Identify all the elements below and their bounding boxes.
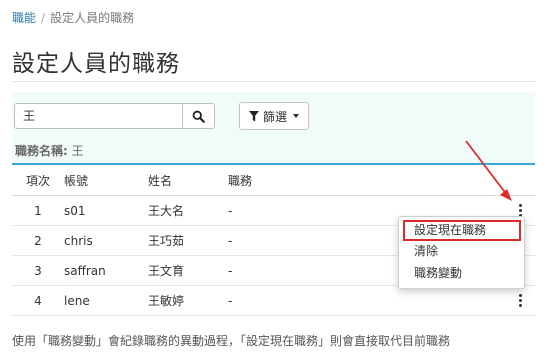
column-header-account: 帳號 [64, 166, 148, 196]
search-icon [192, 110, 205, 123]
chevron-down-icon [293, 114, 299, 118]
column-header-role: 職務 [228, 166, 505, 196]
column-header-no: 項次 [12, 166, 64, 196]
breadcrumb-link-root[interactable]: 職能 [12, 11, 36, 25]
row-actions-cell [505, 285, 535, 316]
breadcrumb-current: 設定人員的職務 [50, 11, 135, 25]
column-header-name: 姓名 [148, 166, 228, 196]
cell-name: 王巧茹 [148, 225, 228, 256]
filter-summary-value: 王 [71, 144, 84, 158]
filter-button-label: 篩選 [262, 109, 287, 124]
cell-no: 4 [12, 285, 64, 316]
table-row: 4 lene 王敏婷 - [12, 285, 535, 316]
search-button[interactable] [182, 103, 215, 129]
cell-no: 3 [12, 255, 64, 286]
menu-item-set-current-role[interactable]: 設定現在職務 [403, 220, 521, 241]
cell-account: lene [64, 285, 148, 316]
cell-no: 2 [12, 225, 64, 256]
cell-account: s01 [64, 195, 148, 226]
filter-button[interactable]: 篩選 [239, 102, 309, 130]
table-header-row: 項次 帳號 姓名 職務 [12, 166, 535, 196]
cell-no: 1 [12, 195, 64, 226]
breadcrumb-separator: / [41, 11, 46, 25]
filter-summary-key: 職務名稱: [15, 144, 68, 158]
column-header-actions [505, 166, 535, 196]
filter-panel: 王 篩選 職務名稱: 王 [12, 92, 535, 165]
cell-role: - [228, 285, 505, 316]
search-input[interactable]: 王 [14, 103, 182, 129]
more-vertical-icon[interactable] [513, 294, 527, 308]
menu-item-role-change[interactable]: 職務變動 [403, 264, 521, 285]
cell-account: chris [64, 225, 148, 256]
page-title: 設定人員的職務 [12, 51, 180, 77]
footer-note: 使用「職務變動」會紀錄職務的異動過程，「設定現在職務」則會直接取代目前職務 [12, 334, 451, 348]
filter-summary: 職務名稱: 王 [15, 142, 84, 159]
breadcrumb: 職能 / 設定人員的職務 [12, 9, 134, 26]
cell-name: 王大名 [148, 195, 228, 226]
menu-item-clear[interactable]: 清除 [403, 242, 521, 263]
cell-account: saffran [64, 255, 148, 286]
filter-icon [248, 110, 259, 121]
title-divider [12, 81, 535, 82]
cell-name: 王敏婷 [148, 285, 228, 316]
cell-name: 王文育 [148, 255, 228, 286]
row-context-menu: 設定現在職務 清除 職務變動 [398, 216, 525, 289]
